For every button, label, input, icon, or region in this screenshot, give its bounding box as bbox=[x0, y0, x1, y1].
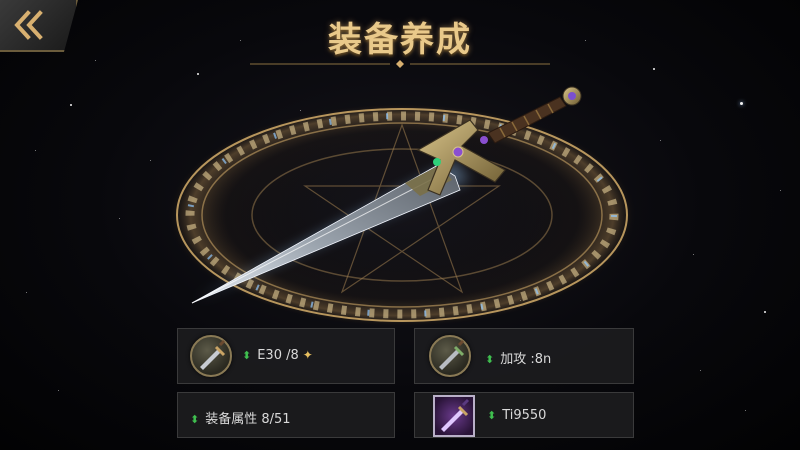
green-up-arrow-icon: ⬍ bbox=[487, 409, 497, 422]
stat-panel-2[interactable]: ⬍ 加攻 :8n bbox=[414, 328, 634, 384]
magic-circle-glow bbox=[167, 103, 637, 327]
purple-sword-icon bbox=[433, 395, 475, 437]
purple-gem bbox=[452, 146, 464, 158]
green-up-arrow-icon: ⬍ bbox=[485, 353, 495, 366]
stat-panel-4[interactable]: ⬍ Ti9550 bbox=[414, 392, 634, 438]
game-screen: 装备养成 ⬍ E30 /8 ✦ ⬍ 加攻:8n ⬍ 装备属性 8/51 ⬍ T… bbox=[0, 0, 800, 450]
equipment-showcase bbox=[167, 86, 637, 327]
stat-value: Ti9550 bbox=[502, 408, 547, 423]
sword-icon bbox=[429, 335, 471, 377]
gold-plus-icon: ✦ bbox=[302, 348, 313, 362]
sword-icon bbox=[190, 335, 232, 377]
stat-value: 装备属性 8/51 bbox=[205, 412, 291, 427]
stat-panel-3[interactable]: ⬍ 装备属性 8/51 bbox=[177, 392, 395, 438]
green-up-arrow-icon: ⬍ bbox=[190, 413, 200, 426]
stat-value: 加攻 :8n bbox=[500, 352, 552, 367]
green-up-arrow-icon: ⬍ bbox=[242, 349, 252, 362]
stat-panel-1[interactable]: ⬍ E30 /8 ✦ bbox=[177, 328, 395, 384]
green-gem bbox=[433, 158, 441, 166]
stat-value: E30 /8 bbox=[257, 348, 299, 363]
